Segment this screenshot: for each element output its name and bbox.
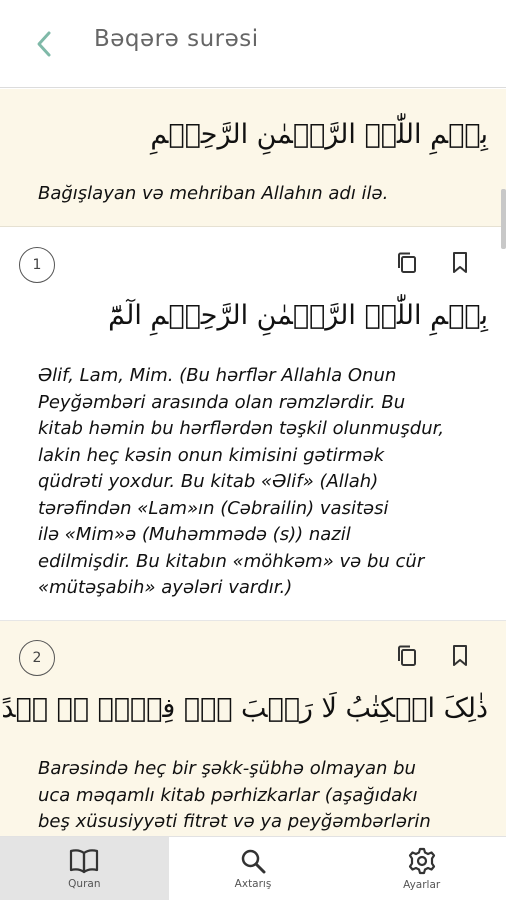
copy-icon [398,645,416,666]
nav-label: Quran [68,877,101,890]
translation-line: edilmişdir. Bu kitabın «möhkəm» və bu cü… [38,550,425,572]
nav-item-settings[interactable]: Ayarlar [337,837,506,900]
translation-line: lakin heç kəsin onun kimisini gətirmək [38,444,385,466]
translation-line: beş xüsusiyyəti fitrət və ya peyğəmbərlə… [38,811,431,832]
bookmark-icon [453,645,467,666]
copy-button[interactable] [393,249,421,277]
bookmark-button[interactable] [446,642,474,670]
ayah-arabic: ذٰلِکَ الۡکِتٰبُ لَا رَیۡبَ ۚۖۛ فِیۡہِ ۚ… [0,693,488,724]
bookmark-icon [453,252,467,273]
bottom-navigation: Quran Axtarış Ayarlar [0,836,506,900]
search-icon [241,849,266,873]
ayah-translation: Əlif, Lam, Mim. (Bu hərflər Allahla Onun… [38,363,478,602]
translation-line: tərəfindən «Lam»ın (Cəbrailin) vasitəsi [38,497,389,519]
ayah-translation: Barəsində heç bir şəkk-şübhə olmayan bu … [38,756,478,836]
translation-line: ilə «Mim»ə (Muhəmmədə (s)) nazil [38,524,351,545]
app-bar: Bəqərə surəsi [0,0,506,88]
nav-item-search[interactable]: Axtarış [169,837,338,900]
scrollbar-thumb[interactable] [501,189,506,249]
bookmark-button[interactable] [446,249,474,277]
ayah-number-badge: 2 [19,640,55,676]
nav-item-quran[interactable]: Quran [0,837,169,900]
translation-line: kitab həmin bu hərflərdən təşkil olunmuş… [38,418,445,439]
copy-button[interactable] [393,642,421,670]
bismillah-card: بِسۡمِ اللّٰہِ الرَّحۡمٰنِ الرَّحِیۡمِ B… [0,89,506,227]
ayah-number-badge: 1 [19,247,55,283]
ayah-card: 1 بِسۡمِ اللّٰہِ الرَّحۡمٰنِ الرَّحِیۡمِ… [0,228,506,621]
translation-line: Peyğəmbəri arasında olan rəmzlərdir. Bu [38,391,406,413]
translation-line: qüdrəti yoxdur. Bu kitab «Əlif» (Allah) [38,471,379,492]
copy-icon [398,252,416,273]
translation-line: Əlif, Lam, Mim. (Bu hərflər Allahla Onun [38,365,397,386]
bismillah-translation: Bağışlayan və mehriban Allahın adı ilə. [38,183,389,204]
back-button[interactable] [28,28,60,60]
ayah-list[interactable]: بِسۡمِ اللّٰہِ الرَّحۡمٰنِ الرَّحِیۡمِ B… [0,89,506,836]
ayah-arabic: بِسۡمِ اللّٰہِ الرَّحۡمٰنِ الرَّحِیۡمِ ا… [108,300,488,331]
ayah-card: 2 ذٰلِکَ الۡکِتٰبُ لَا رَیۡبَ ۚۖۛ فِیۡہِ… [0,621,506,836]
bismillah-arabic: بِسۡمِ اللّٰہِ الرَّحۡمٰنِ الرَّحِیۡمِ [150,119,488,150]
nav-label: Axtarış [234,877,272,890]
chevron-left-icon [37,31,51,57]
gear-icon [408,847,435,874]
nav-label: Ayarlar [403,878,441,891]
translation-line: uca məqamlı kitab pərhizkarlar (aşağıdak… [38,784,418,806]
translation-line: Barəsində heç bir şəkk-şübhə olmayan bu [38,758,416,779]
book-icon [70,848,99,873]
translation-line: «mütəşabih» ayələri vardır.) [38,577,293,598]
page-title: Bəqərə surəsi [94,26,259,52]
